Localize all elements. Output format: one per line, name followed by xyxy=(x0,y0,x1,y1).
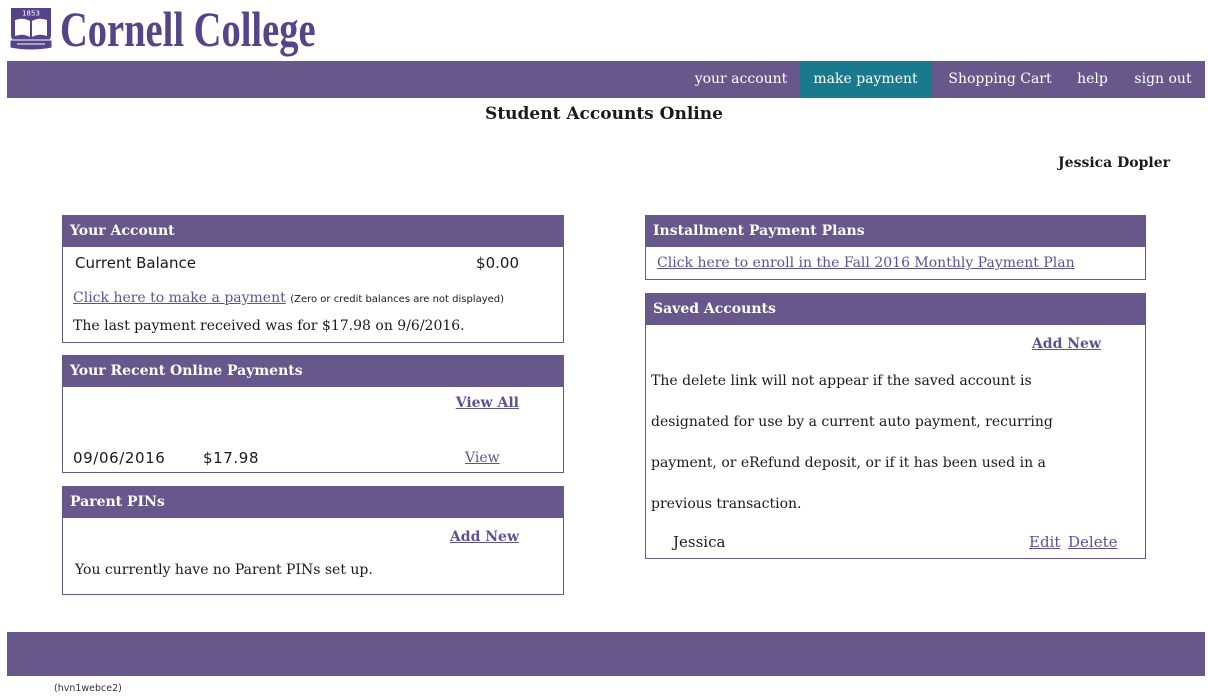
your-account-heading: Your Account xyxy=(63,216,563,247)
nav-make-payment[interactable]: make payment xyxy=(799,61,932,98)
parent-pins-heading: Parent PINs xyxy=(63,487,563,518)
notice-line: payment, or eRefund deposit, or if it ha… xyxy=(651,455,1046,471)
edit-saved-account-link[interactable]: Edit xyxy=(1029,533,1060,551)
top-navigation: your account make payment Shopping Cart … xyxy=(7,61,1205,98)
enroll-payment-plan-link[interactable]: Click here to enroll in the Fall 2016 Mo… xyxy=(657,254,1075,272)
nav-help[interactable]: help xyxy=(1066,61,1119,98)
college-seal-icon: 1853 xyxy=(9,8,53,51)
delete-link-notice: The delete link will not appear if the s… xyxy=(651,361,1053,525)
notice-line: designated for use by a current auto pay… xyxy=(651,414,1053,430)
student-accounts-page: 1853 Cornell College your account make p… xyxy=(0,0,1208,696)
nav-sign-out[interactable]: sign out xyxy=(1122,61,1204,98)
payment-amount: $17.98 xyxy=(203,449,260,467)
installment-plans-heading: Installment Payment Plans xyxy=(646,216,1145,247)
installment-plans-panel: Installment Payment Plans Click here to … xyxy=(645,215,1146,280)
saved-account-name: Jessica xyxy=(673,533,726,551)
nav-shopping-cart[interactable]: Shopping Cart xyxy=(938,61,1062,98)
saved-accounts-panel: Saved Accounts Add New The delete link w… xyxy=(645,293,1146,559)
brand-name: Cornell College xyxy=(60,1,316,57)
add-parent-pin-link[interactable]: Add New xyxy=(450,528,519,546)
current-balance-label: Current Balance xyxy=(75,254,196,272)
delete-saved-account-link[interactable]: Delete xyxy=(1068,533,1117,551)
last-payment-text: The last payment received was for $17.98… xyxy=(73,318,465,334)
add-saved-account-link[interactable]: Add New xyxy=(1032,335,1101,353)
user-name: Jessica Dopler xyxy=(1058,155,1170,171)
view-payment-link[interactable]: View xyxy=(465,449,500,467)
make-payment-link[interactable]: Click here to make a payment xyxy=(73,290,286,306)
balance-display-note: (Zero or credit balances are not display… xyxy=(290,294,505,305)
recent-payments-panel: Your Recent Online Payments View All 09/… xyxy=(62,355,564,473)
footer-bar xyxy=(7,632,1205,676)
payment-date: 09/06/2016 xyxy=(73,449,166,467)
server-id: (hvn1webce2) xyxy=(54,683,122,694)
nav-your-account[interactable]: your account xyxy=(683,61,799,98)
parent-pins-empty-message: You currently have no Parent PINs set up… xyxy=(75,562,373,578)
view-all-payments-link[interactable]: View All xyxy=(456,394,519,412)
notice-line: The delete link will not appear if the s… xyxy=(651,373,1032,389)
recent-payments-heading: Your Recent Online Payments xyxy=(63,356,563,387)
page-title: Student Accounts Online xyxy=(485,104,723,124)
seal-year-text: 1853 xyxy=(22,10,40,18)
make-payment-line: Click here to make a payment (Zero or cr… xyxy=(73,289,504,309)
notice-line: previous transaction. xyxy=(651,496,802,512)
current-balance-value: $0.00 xyxy=(476,254,519,272)
your-account-panel: Your Account Current Balance $0.00 Click… xyxy=(62,215,564,343)
saved-accounts-heading: Saved Accounts xyxy=(646,294,1145,325)
parent-pins-panel: Parent PINs Add New You currently have n… xyxy=(62,486,564,595)
